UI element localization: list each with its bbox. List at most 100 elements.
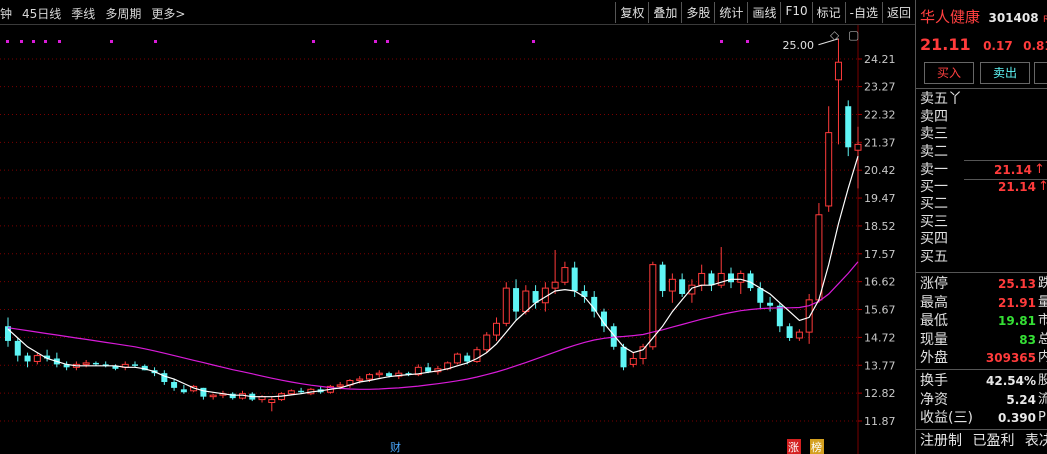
period-more[interactable]: 更多> xyxy=(151,5,185,22)
kline-chart[interactable]: 24.21 23.27 22.32 21.37 20.42 19.47 18.52 17.57… xyxy=(0,25,915,454)
high-marker-label: 25.00 xyxy=(782,39,814,52)
price-line: 21.11 0.17 0.81% xyxy=(920,35,1047,55)
order-book-label: 卖三 xyxy=(920,126,948,142)
current-price: 21.11 xyxy=(920,35,971,54)
candle-body-up xyxy=(815,214,823,301)
order-book-label: 买二 xyxy=(920,196,948,212)
price-tick-label: 11.87 xyxy=(864,415,896,428)
candle-body-down xyxy=(747,273,754,289)
candle-body-up xyxy=(33,355,41,362)
candle-body-up xyxy=(854,143,862,151)
price-tick-label: 22.32 xyxy=(864,108,896,121)
candle-body-up xyxy=(561,267,569,283)
period-45day-line[interactable]: 45日线 xyxy=(22,5,61,22)
candle-body-down xyxy=(757,288,764,303)
restore-icon[interactable]: ▢ xyxy=(848,28,859,42)
candle-body-up xyxy=(209,394,217,398)
candle-body-up xyxy=(737,272,745,283)
period-toolbar: 钟 45日线 季线 多周期 更多> xyxy=(0,5,185,22)
stat-value: 21.91 xyxy=(998,295,1036,310)
price-tick-label: 24.21 xyxy=(864,53,896,66)
overlay-button[interactable]: 叠加 xyxy=(648,2,681,23)
code-flag-badge: R xyxy=(1043,15,1047,25)
order-book-price: 21.14 xyxy=(994,163,1032,177)
candle-body-down xyxy=(200,387,207,397)
candle-body-up xyxy=(493,322,501,336)
price-tick-label: 15.67 xyxy=(864,304,896,317)
candle-body-down xyxy=(386,373,393,377)
candle-body-up xyxy=(834,61,842,81)
signal-dot xyxy=(154,40,157,43)
signal-dot xyxy=(532,40,535,43)
f10-button[interactable]: F10 xyxy=(780,2,811,23)
price-tick-label: 13.77 xyxy=(864,359,896,372)
price-tick-label: 21.37 xyxy=(864,136,896,149)
tag-registration[interactable]: 注册制 xyxy=(920,433,962,449)
valuation-label: 收益(三) xyxy=(920,410,973,426)
collapse-icon[interactable]: ◇ xyxy=(830,28,840,42)
signal-dot xyxy=(44,40,47,43)
mark-button[interactable]: 标记 xyxy=(811,2,845,23)
candle-body-down xyxy=(464,355,471,362)
order-book-label: 卖四 xyxy=(920,108,948,125)
panel-expand-button[interactable] xyxy=(1034,62,1047,84)
period-multi[interactable]: 多周期 xyxy=(105,5,141,22)
candle-body-up xyxy=(268,399,276,404)
order-book-row[interactable]: 买四 xyxy=(920,230,1047,248)
order-book-label: 买四 xyxy=(920,231,948,247)
price-tick-label: 18.52 xyxy=(864,220,896,233)
tag-profitable[interactable]: 已盈利 xyxy=(972,433,1014,449)
back-button[interactable]: 返回 xyxy=(881,2,915,23)
up-arrow-icon: ↑ xyxy=(1038,178,1047,194)
buy-button[interactable]: 买入 xyxy=(924,62,974,84)
order-book-row[interactable]: 买三 xyxy=(920,213,1047,231)
period-minute[interactable]: 钟 xyxy=(0,5,12,22)
stat-row: 涨停 25.13 跌 xyxy=(920,275,1047,293)
stat-next-label: 跌 xyxy=(1038,276,1047,291)
signal-dot xyxy=(720,40,723,43)
order-book-row[interactable]: 买一 21.14 ↑ xyxy=(920,178,1047,196)
restore-rights-button[interactable]: 复权 xyxy=(615,2,648,23)
tag-voting[interactable]: 表决 xyxy=(1025,433,1047,449)
order-book-row[interactable]: 卖二 xyxy=(920,143,1047,161)
price-tick-label: 20.42 xyxy=(864,164,896,177)
order-book-row[interactable]: 买二 xyxy=(920,195,1047,213)
stat-row: 最低 19.81 市 xyxy=(920,312,1047,330)
candle-body-down xyxy=(845,106,852,148)
candle-body-down xyxy=(708,273,715,286)
stat-label: 外盘 xyxy=(920,350,948,366)
price-tick-label: 19.47 xyxy=(864,192,896,205)
candle-body-up xyxy=(336,384,344,387)
valuation-row: 净资 5.24 流 xyxy=(920,391,1047,409)
stat-label: 最低 xyxy=(920,313,948,329)
price-change-pct: 0.81% xyxy=(1023,39,1047,53)
candle-body-up xyxy=(668,278,676,292)
stock-header: 华人健康 301408 R xyxy=(920,8,1047,26)
order-book-row[interactable]: 卖四 xyxy=(920,108,1047,126)
candle-body-up xyxy=(375,372,383,376)
stat-next-label: 量 xyxy=(1038,294,1047,310)
candle-body-up xyxy=(698,272,706,286)
order-book-row[interactable]: 卖五丫 xyxy=(920,90,1047,108)
multi-stock-button[interactable]: 多股 xyxy=(681,2,714,23)
order-book-row[interactable]: 卖三 xyxy=(920,125,1047,143)
period-quarter-line[interactable]: 季线 xyxy=(71,5,95,22)
candle-body-up xyxy=(629,358,637,365)
signal-dot xyxy=(58,40,61,43)
order-book-row[interactable]: 买五 xyxy=(920,248,1047,266)
statistics-button[interactable]: 统计 xyxy=(714,2,747,23)
stat-value: 25.13 xyxy=(998,277,1036,291)
sell-button[interactable]: 卖出 xyxy=(980,62,1030,84)
valuation-label: 净资 xyxy=(920,391,948,408)
remove-watchlist-button[interactable]: -自选 xyxy=(844,2,882,23)
order-book-label: 卖一 xyxy=(920,162,948,178)
stat-next-label: 总 xyxy=(1038,331,1047,347)
divider xyxy=(916,369,1047,370)
candle-body-up xyxy=(502,287,510,324)
candle-body-down xyxy=(659,264,666,292)
stock-tags: 注册制 已盈利 表决 xyxy=(920,432,1047,450)
kline-svg[interactable]: 24.21 23.27 22.32 21.37 20.42 19.47 18.52 17.57… xyxy=(0,25,915,454)
valuation-value: 42.54% xyxy=(986,374,1036,388)
draw-line-button[interactable]: 画线 xyxy=(747,2,780,23)
valuation-label: 换手 xyxy=(920,373,948,389)
